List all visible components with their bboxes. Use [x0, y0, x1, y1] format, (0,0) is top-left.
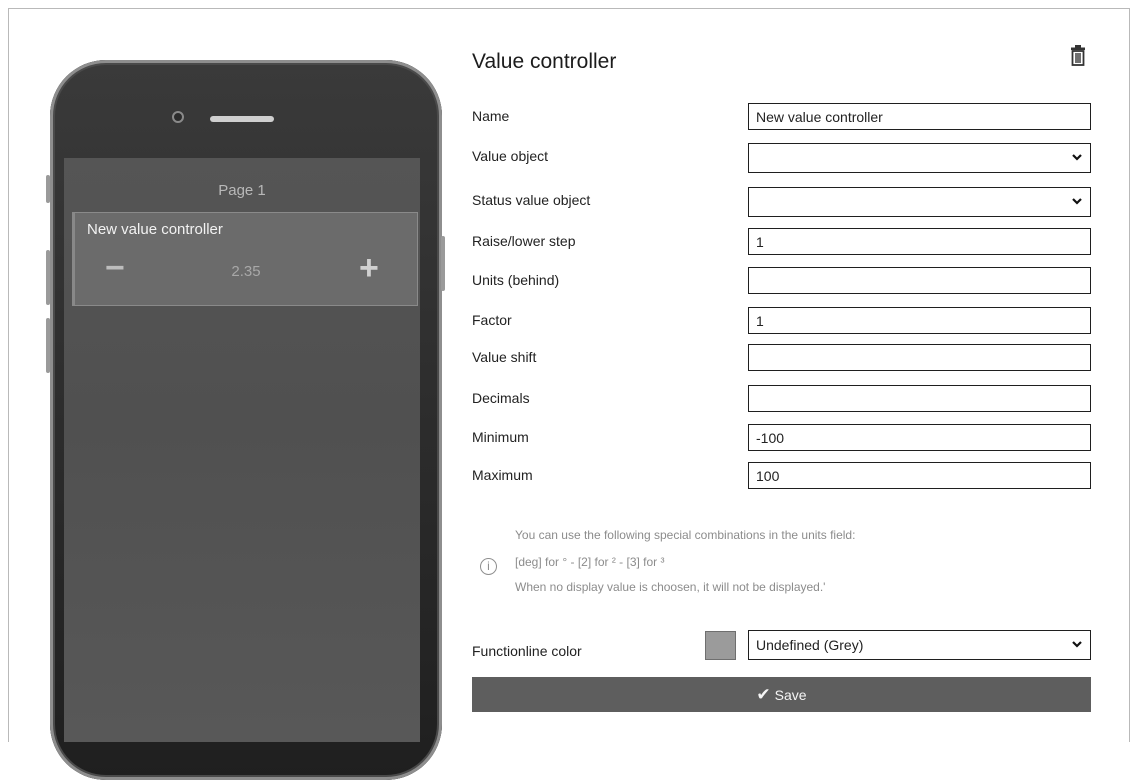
info-line-3: When no display value is choosen, it wil… — [515, 580, 826, 594]
phone-camera — [172, 111, 184, 123]
functionline-color-value: Undefined (Grey) — [756, 637, 864, 653]
select-field[interactable] — [748, 143, 1091, 173]
chevron-down-icon — [1072, 154, 1082, 161]
text-input[interactable] — [748, 462, 1091, 489]
color-swatch[interactable] — [705, 631, 736, 660]
text-input[interactable] — [748, 267, 1091, 294]
chevron-down-icon — [1072, 641, 1082, 648]
phone-power-button — [441, 236, 445, 291]
info-line-2: [deg] for ° - [2] for ² - [3] for ³ — [515, 555, 665, 569]
field-label: Units (behind) — [472, 272, 560, 288]
field-label: Raise/lower step — [472, 233, 576, 249]
text-input[interactable] — [748, 307, 1091, 334]
info-icon: i — [480, 558, 497, 575]
text-input[interactable] — [748, 228, 1091, 255]
phone-screen: Page 1 New value controller − 2.35 + — [64, 158, 420, 742]
page-title: Page 1 — [218, 182, 266, 199]
check-icon: ✔ — [756, 685, 771, 704]
phone-side-button — [46, 175, 50, 203]
text-input[interactable] — [748, 344, 1091, 371]
text-input[interactable] — [748, 424, 1091, 451]
phone-speaker — [210, 116, 274, 122]
select-field[interactable] — [748, 187, 1091, 217]
phone-volume-up — [46, 250, 50, 305]
chevron-down-icon — [1072, 198, 1082, 205]
tile-name: New value controller — [87, 221, 223, 238]
field-label: Minimum — [472, 429, 529, 445]
functionline-color-label: Functionline color — [472, 643, 582, 659]
field-label: Maximum — [472, 467, 533, 483]
increase-button[interactable]: + — [359, 251, 379, 285]
page-title-heading: Value controller — [472, 50, 617, 73]
info-line-1: You can use the following special combin… — [515, 528, 856, 542]
save-label: Save — [774, 687, 807, 703]
trash-icon[interactable] — [1070, 44, 1086, 66]
text-input[interactable] — [748, 385, 1091, 412]
field-label: Name — [472, 108, 510, 124]
save-button[interactable]: ✔ Save — [472, 677, 1091, 712]
field-label: Factor — [472, 312, 512, 328]
functionline-color-select[interactable]: Undefined (Grey) — [748, 630, 1091, 660]
field-label: Status value object — [472, 192, 591, 208]
field-label: Decimals — [472, 390, 530, 406]
field-label: Value shift — [472, 349, 537, 365]
value-controller-tile[interactable]: New value controller − 2.35 + — [72, 212, 418, 306]
phone-volume-down — [46, 318, 50, 373]
field-label: Value object — [472, 148, 549, 164]
text-input[interactable] — [748, 103, 1091, 130]
